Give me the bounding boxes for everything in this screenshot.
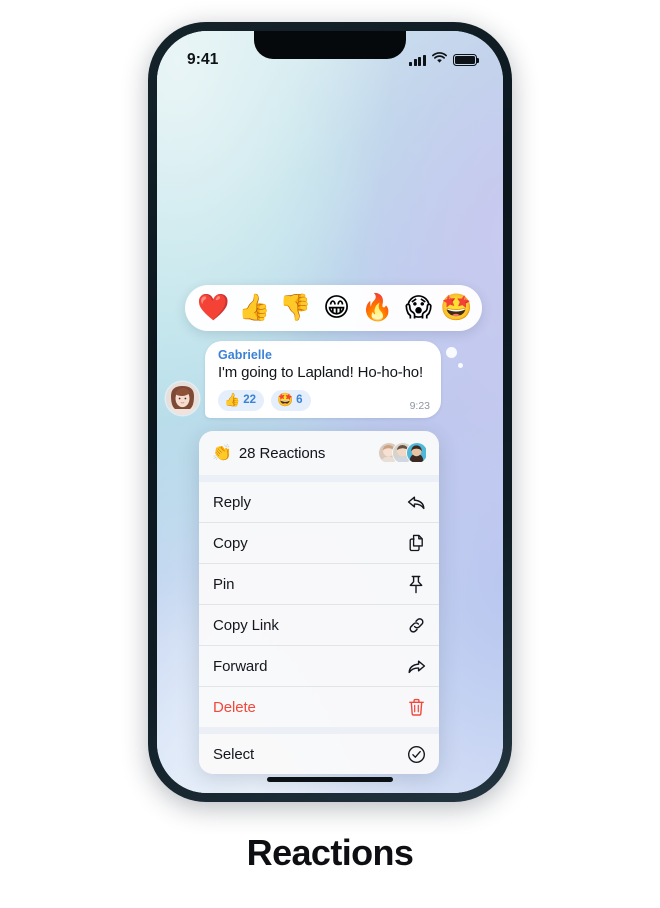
- star-struck-emoji[interactable]: 🤩: [440, 295, 472, 321]
- pushpin-icon: [406, 574, 426, 594]
- phone-screen: 9:41 ❤️ 👍 👎 😁 🔥 😱 🤩 Gabrielle I'm going …: [157, 31, 503, 793]
- bubble-dot-small: [458, 363, 463, 368]
- star-struck-reaction[interactable]: 🤩 6: [270, 389, 311, 411]
- message-text: I'm going to Lapland! Ho-ho-ho!: [218, 364, 424, 381]
- fire-emoji[interactable]: 🔥: [358, 295, 397, 321]
- sender-name: Gabrielle: [218, 348, 272, 362]
- menu-item-forward-label: Forward: [213, 657, 268, 675]
- menu-item-select-label: Select: [213, 745, 255, 763]
- forward-arrow-icon: [406, 656, 426, 676]
- grinning-face-emoji[interactable]: 😁: [317, 295, 356, 321]
- heart-emoji[interactable]: ❤️: [194, 295, 233, 321]
- thumbs-up-emoji[interactable]: 👍: [235, 295, 274, 321]
- status-time: 9:41: [187, 51, 219, 68]
- menu-item-copy-link-label: Copy Link: [213, 616, 279, 634]
- status-icons: [409, 51, 480, 69]
- menu-item-select[interactable]: Select: [199, 734, 439, 774]
- reactions-summary-header[interactable]: 👏 28 Reactions: [199, 431, 439, 475]
- wifi-icon: [432, 51, 447, 69]
- battery-full-icon: [453, 54, 480, 66]
- menu-item-copy[interactable]: Copy: [199, 523, 439, 563]
- menu-item-forward[interactable]: Forward: [199, 646, 439, 686]
- home-indicator: [267, 777, 393, 782]
- thumbs-up-reaction[interactable]: 👍 22: [218, 389, 264, 411]
- menu-item-delete-label: Delete: [213, 698, 256, 716]
- reactions-count-label: 28 Reactions: [238, 444, 326, 462]
- thumbs-up-reaction-count: 22: [243, 394, 256, 406]
- phone-notch: [254, 31, 406, 59]
- copy-pages-icon: [406, 533, 426, 553]
- menu-item-copy-label: Copy: [213, 534, 248, 552]
- bubble-dot-large: [446, 347, 457, 358]
- reply-arrow-icon: [406, 492, 426, 512]
- message-bubble[interactable]: Gabrielle I'm going to Lapland! Ho-ho-ho…: [205, 341, 463, 418]
- screaming-face-emoji[interactable]: 😱: [399, 295, 438, 321]
- message-row: Gabrielle I'm going to Lapland! Ho-ho-ho…: [157, 341, 503, 418]
- menu-item-copy-link[interactable]: Copy Link: [199, 605, 439, 645]
- check-circle-icon: [406, 744, 426, 764]
- menu-item-pin-label: Pin: [213, 575, 235, 593]
- menu-group-divider: [199, 475, 439, 482]
- message-reaction-pills: 👍 22 🤩 6: [218, 389, 429, 411]
- reactor-avatar-3: [406, 442, 428, 464]
- link-chain-icon: [406, 615, 426, 635]
- star-struck-reaction-count: 6: [296, 394, 303, 406]
- page-title: Reactions: [246, 832, 414, 873]
- menu-item-pin[interactable]: Pin: [199, 564, 439, 604]
- menu-group-divider: [199, 727, 439, 734]
- clapping-hands-icon: 👏: [212, 443, 232, 462]
- cellular-bars-icon: [409, 54, 426, 66]
- trash-icon: [406, 697, 426, 717]
- thumbs-down-emoji[interactable]: 👎: [276, 295, 315, 321]
- message-timestamp: 9:23: [409, 399, 430, 412]
- phone-frame: 9:41 ❤️ 👍 👎 😁 🔥 😱 🤩 Gabrielle I'm going …: [148, 22, 512, 802]
- message-context-menu: 👏 28 Reactions Reply Copy Pin Copy Link …: [199, 431, 439, 774]
- thumbs-up-reaction-emoji: 👍: [224, 392, 241, 408]
- reactor-avatar-stack[interactable]: [378, 442, 428, 464]
- avatar[interactable]: [166, 381, 199, 415]
- star-struck-reaction-emoji: 🤩: [276, 392, 294, 408]
- menu-item-delete[interactable]: Delete: [199, 687, 439, 727]
- menu-item-reply-label: Reply: [213, 493, 251, 511]
- emoji-reaction-bar[interactable]: ❤️ 👍 👎 😁 🔥 😱 🤩: [185, 285, 482, 331]
- menu-item-reply[interactable]: Reply: [199, 482, 439, 522]
